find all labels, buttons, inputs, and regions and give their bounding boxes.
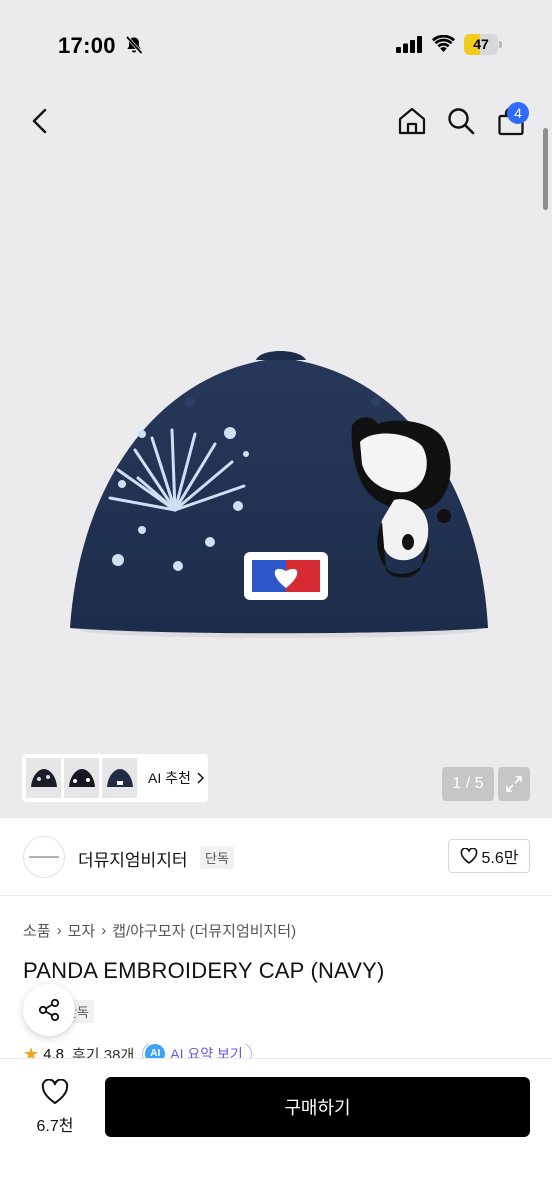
share-button[interactable] bbox=[23, 984, 75, 1036]
bell-slash-icon bbox=[125, 35, 143, 55]
wishlist-count: 6.7천 bbox=[36, 1118, 74, 1135]
breadcrumb-item[interactable]: 소품 bbox=[23, 920, 51, 941]
status-bar: 17:00 47 bbox=[0, 0, 552, 90]
heart-icon bbox=[460, 848, 477, 864]
heart-icon bbox=[41, 1078, 69, 1104]
thumbnail-3[interactable] bbox=[102, 758, 137, 798]
product-photo bbox=[70, 351, 488, 638]
breadcrumb-item[interactable]: 캡/야구모자 (더뮤지엄비지터) bbox=[112, 920, 296, 941]
home-button[interactable] bbox=[392, 101, 432, 141]
chevron-right-icon bbox=[197, 772, 204, 784]
image-pager: 1 / 5 bbox=[442, 767, 494, 801]
cart-count-badge: 4 bbox=[507, 102, 529, 124]
chevron-right-icon: › bbox=[101, 922, 107, 939]
battery-level: 47 bbox=[473, 36, 489, 52]
ai-recommend-button[interactable]: AI 추천 bbox=[148, 768, 204, 788]
buy-button[interactable]: 구매하기 bbox=[105, 1077, 530, 1137]
thumbnail-1[interactable] bbox=[26, 758, 61, 798]
product-title: PANDA EMBROIDERY CAP (NAVY) bbox=[23, 958, 385, 983]
exclusive-badge: 단독 bbox=[200, 846, 234, 869]
brand-logo[interactable] bbox=[23, 836, 65, 878]
expand-icon bbox=[506, 776, 522, 792]
chevron-right-icon: › bbox=[56, 922, 62, 939]
cap-thumbnail-image bbox=[106, 769, 133, 787]
back-button[interactable] bbox=[20, 101, 60, 141]
status-time: 17:00 bbox=[58, 33, 116, 58]
brand-name[interactable]: 더뮤지엄비지터 bbox=[78, 846, 187, 871]
cellular-signal-icon bbox=[396, 36, 422, 53]
search-button[interactable] bbox=[441, 101, 481, 141]
brand-logo-mark bbox=[29, 856, 59, 858]
chevron-left-icon bbox=[32, 108, 47, 134]
scrollbar[interactable] bbox=[543, 128, 548, 210]
bottom-purchase-bar: 6.7천 구매하기 bbox=[0, 1058, 552, 1200]
product-image-area[interactable]: 17:00 47 4 AI 추천 1 / 5 bbox=[0, 0, 552, 818]
home-icon bbox=[398, 107, 426, 135]
thumbnail-strip: AI 추천 bbox=[22, 754, 208, 802]
breadcrumb: 소품 › 모자 › 캡/야구모자 (더뮤지엄비지터) bbox=[23, 920, 296, 941]
breadcrumb-item[interactable]: 모자 bbox=[68, 920, 96, 941]
brand-like-button[interactable]: 5.6만 bbox=[448, 839, 530, 873]
search-icon bbox=[448, 108, 475, 135]
wifi-icon bbox=[432, 35, 455, 53]
brand-row: 더뮤지엄비지터 단독 5.6만 bbox=[0, 818, 552, 896]
cap-thumbnail-image bbox=[68, 769, 95, 787]
expand-image-button[interactable] bbox=[498, 767, 530, 801]
wishlist-button[interactable]: 6.7천 bbox=[28, 1078, 82, 1136]
brand-like-count: 5.6만 bbox=[481, 850, 519, 867]
thumbnail-2[interactable] bbox=[64, 758, 99, 798]
battery-indicator: 47 bbox=[464, 34, 502, 55]
cap-thumbnail-image bbox=[30, 769, 57, 787]
ai-recommend-label: AI 추천 bbox=[148, 770, 191, 786]
share-icon bbox=[38, 998, 60, 1022]
